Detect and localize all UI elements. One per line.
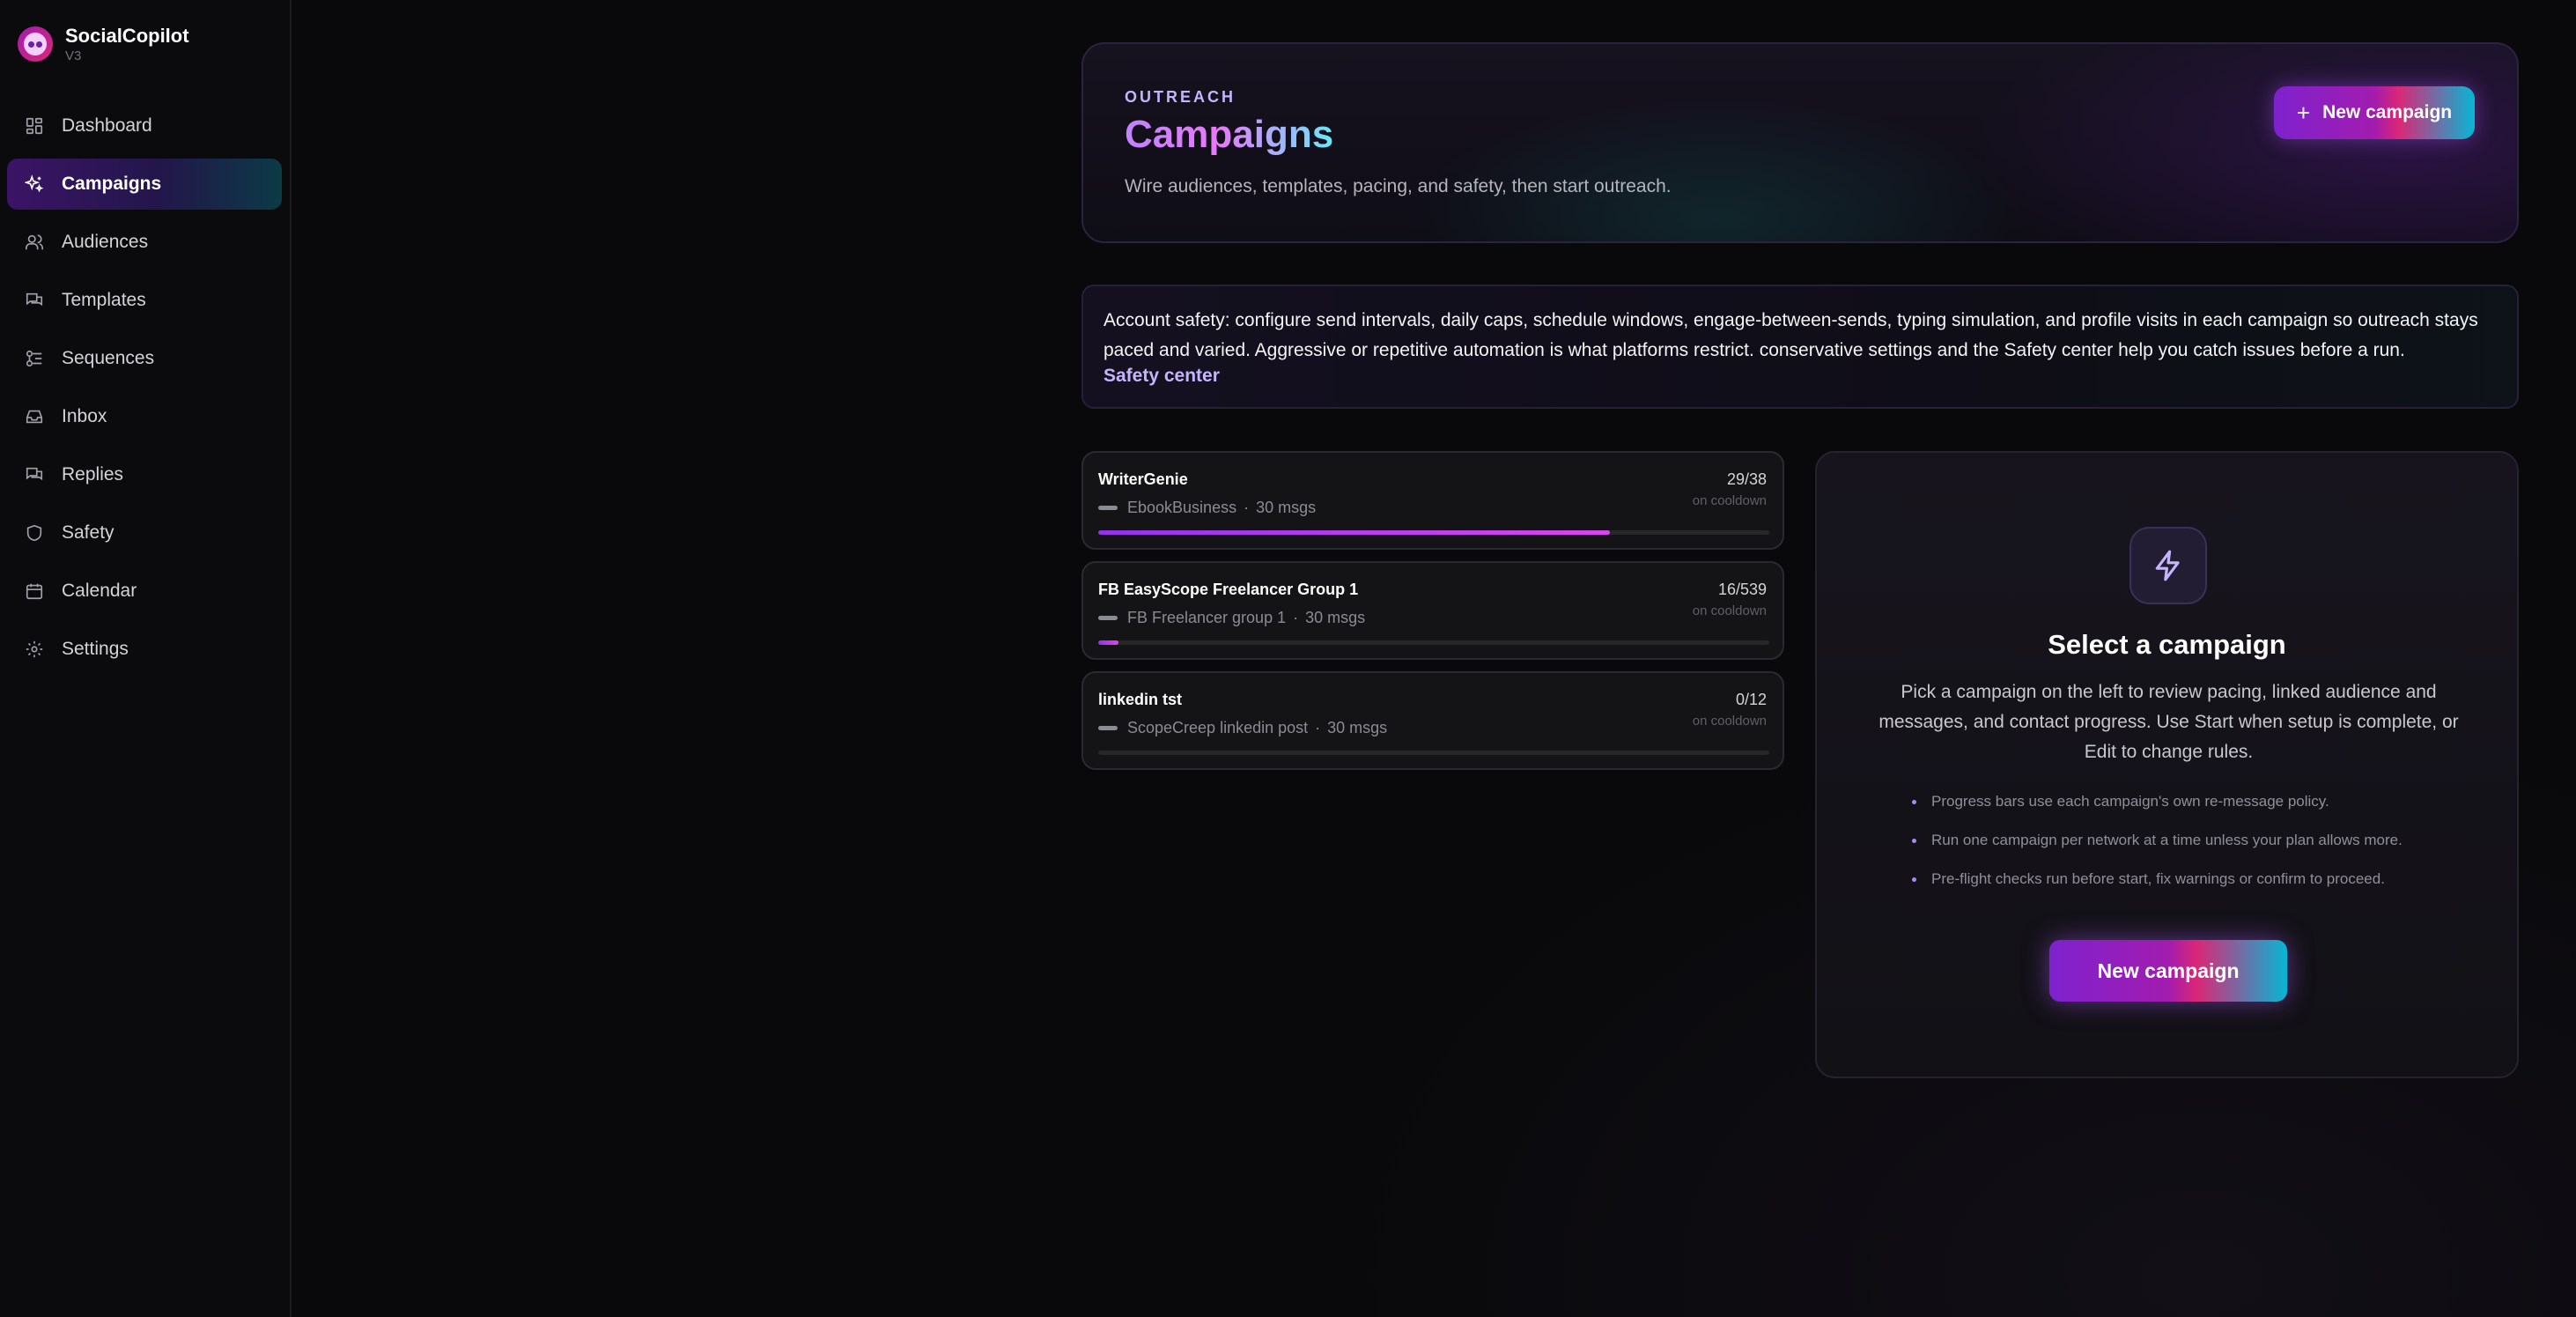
sidebar-item-label: Campaigns xyxy=(62,174,162,194)
account-safety-text: Account safety: configure send intervals… xyxy=(1103,310,2478,360)
brand[interactable]: SocialCopilot V3 xyxy=(18,25,189,65)
campaign-audience: FB Freelancer group 1 xyxy=(1127,609,1287,626)
tip-item: Run one campaign per network at a time u… xyxy=(1912,831,2458,850)
tip-item: Pre-flight checks run before start, fix … xyxy=(1912,869,2458,889)
sparkle-icon xyxy=(25,174,44,194)
campaign-meta: ScopeCreep linkedin post · 30 msgs xyxy=(1098,719,1387,737)
sidebar-item-label: Dashboard xyxy=(62,115,152,136)
campaign-count: 29/38 xyxy=(1726,470,1767,488)
replies-icon xyxy=(25,465,44,485)
campaign-msgs: 30 msgs xyxy=(1327,719,1388,736)
inbox-icon xyxy=(25,407,44,426)
new-campaign-button-secondary[interactable]: New campaign xyxy=(2049,940,2287,1002)
sidebar-item-dashboard[interactable]: Dashboard xyxy=(7,100,282,152)
sidebar-item-label: Safety xyxy=(62,522,114,543)
users-icon xyxy=(25,233,44,252)
meta-separator: · xyxy=(1293,609,1299,626)
campaign-audience: EbookBusiness xyxy=(1127,499,1237,516)
sidebar-item-audiences[interactable]: Audiences xyxy=(7,217,282,268)
campaign-card-writergenie[interactable]: WriterGenie EbookBusiness · 30 msgs 29/3… xyxy=(1081,451,1784,550)
meta-separator: · xyxy=(1315,719,1321,736)
campaign-meta: FB Freelancer group 1 · 30 msgs xyxy=(1098,609,1365,627)
sidebar-item-label: Calendar xyxy=(62,581,137,601)
app-root: SocialCopilot V3 Dashboard Campaigns Aud… xyxy=(0,0,2576,1317)
campaign-card-linkedin-tst[interactable]: linkedin tst ScopeCreep linkedin post · … xyxy=(1081,671,1784,770)
empty-state-tips: Progress bars use each campaign's own re… xyxy=(1912,792,2458,908)
brand-version: V3 xyxy=(65,48,82,63)
sidebar: SocialCopilot V3 Dashboard Campaigns Aud… xyxy=(0,0,292,1317)
plus-icon: + xyxy=(2296,100,2311,126)
campaign-detail-empty-state: Select a campaign Pick a campaign on the… xyxy=(1815,451,2519,1078)
empty-state-title: Select a campaign xyxy=(2048,629,2286,660)
campaign-meta: EbookBusiness · 30 msgs xyxy=(1098,499,1316,517)
sidebar-item-sequences[interactable]: Sequences xyxy=(7,333,282,384)
status-indicator-icon xyxy=(1098,726,1118,730)
sidebar-item-templates[interactable]: Templates xyxy=(7,275,282,326)
new-campaign-button-label: New campaign xyxy=(2322,102,2453,122)
campaign-count: 16/539 xyxy=(1717,581,1767,598)
sidebar-item-label: Templates xyxy=(62,290,146,310)
campaign-status: on cooldown xyxy=(1692,493,1767,508)
campaign-progress-fill xyxy=(1098,640,1118,645)
sidebar-item-label: Audiences xyxy=(62,232,149,252)
page-eyebrow: OUTREACH xyxy=(1125,88,1236,106)
campaign-count: 0/12 xyxy=(1735,691,1767,708)
shield-icon xyxy=(25,523,44,543)
campaign-name: linkedin tst xyxy=(1098,691,1183,708)
sequences-icon xyxy=(25,349,44,368)
sidebar-item-replies[interactable]: Replies xyxy=(7,449,282,500)
tip-item: Progress bars use each campaign's own re… xyxy=(1912,792,2458,811)
campaign-card-fb-easyscope[interactable]: FB EasyScope Freelancer Group 1 FB Freel… xyxy=(1081,561,1784,660)
status-indicator-icon xyxy=(1098,616,1118,620)
campaign-audience: ScopeCreep linkedin post xyxy=(1127,719,1309,736)
gear-icon xyxy=(25,640,44,659)
sidebar-item-label: Settings xyxy=(62,639,129,659)
safety-center-link[interactable]: Safety center xyxy=(1103,366,1220,387)
sidebar-item-safety[interactable]: Safety xyxy=(7,507,282,559)
page-title: Campaigns xyxy=(1125,113,1334,156)
campaign-status: on cooldown xyxy=(1692,714,1767,729)
campaign-msgs: 30 msgs xyxy=(1305,609,1366,626)
sidebar-item-campaigns[interactable]: Campaigns xyxy=(7,159,282,210)
sidebar-item-settings[interactable]: Settings xyxy=(7,624,282,675)
sidebar-nav: Dashboard Campaigns Audiences Templates xyxy=(7,100,282,682)
brand-name: SocialCopilot xyxy=(65,25,189,47)
sidebar-item-calendar[interactable]: Calendar xyxy=(7,566,282,617)
calendar-icon xyxy=(25,581,44,601)
messages-icon xyxy=(25,291,44,310)
dashboard-icon xyxy=(25,116,44,136)
sidebar-item-label: Sequences xyxy=(62,348,155,368)
campaign-status: on cooldown xyxy=(1692,603,1767,618)
campaign-progress-bar xyxy=(1098,530,1769,535)
sidebar-item-label: Replies xyxy=(62,464,124,485)
new-campaign-button[interactable]: + New campaign xyxy=(2274,86,2475,139)
account-safety-alert: Account safety: configure send intervals… xyxy=(1081,285,2519,409)
sidebar-item-label: Inbox xyxy=(62,406,107,426)
meta-separator: · xyxy=(1244,499,1250,516)
campaign-name: WriterGenie xyxy=(1098,470,1188,488)
lightning-icon xyxy=(2129,527,2207,604)
campaign-msgs: 30 msgs xyxy=(1256,499,1317,516)
campaign-progress-fill xyxy=(1098,530,1611,535)
page-subtitle: Wire audiences, templates, pacing, and s… xyxy=(1125,176,1672,196)
campaign-progress-bar xyxy=(1098,640,1769,645)
page-header: OUTREACH Campaigns Wire audiences, templ… xyxy=(1081,42,2519,243)
empty-state-description: Pick a campaign on the left to review pa… xyxy=(1878,682,2459,762)
campaign-name: FB EasyScope Freelancer Group 1 xyxy=(1098,581,1359,598)
sidebar-item-inbox[interactable]: Inbox xyxy=(7,391,282,442)
brand-logo-icon xyxy=(18,26,53,62)
status-indicator-icon xyxy=(1098,506,1118,510)
campaign-progress-bar xyxy=(1098,751,1769,755)
